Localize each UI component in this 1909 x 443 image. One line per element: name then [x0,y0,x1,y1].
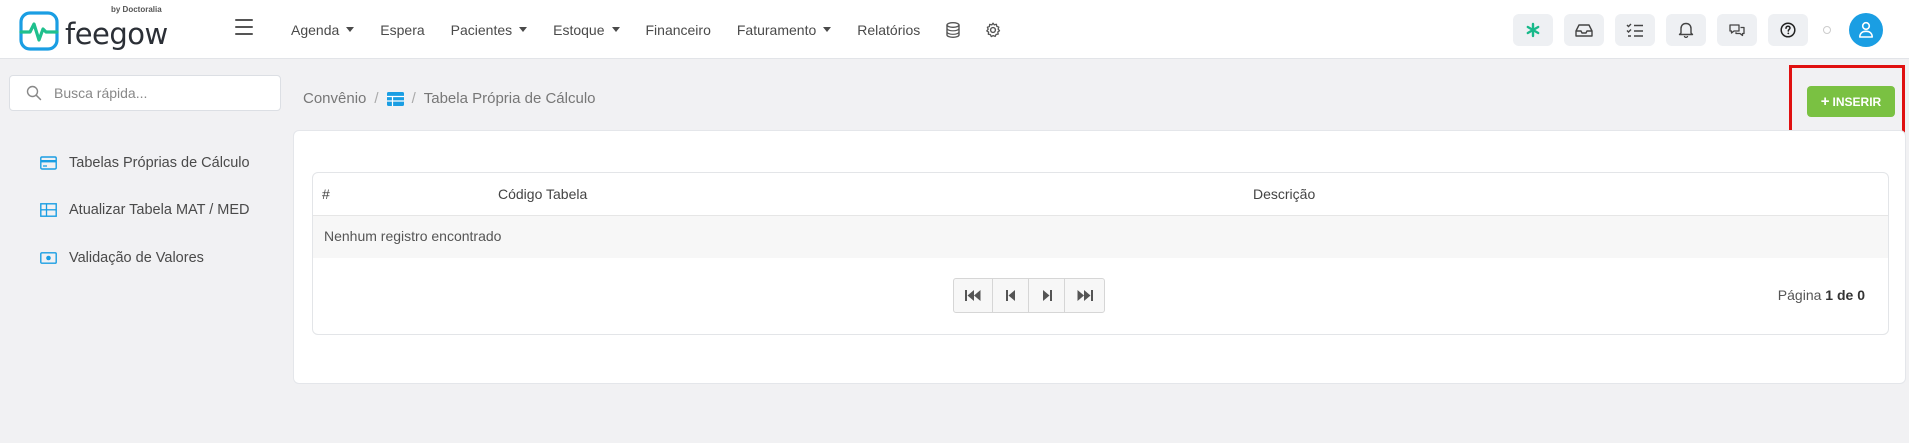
nav-label: Pacientes [450,21,513,38]
sidebar-item-label: Atualizar Tabela MAT / MED [69,202,250,218]
search-input[interactable] [54,85,254,101]
sidebar-item-atualizar-tabela[interactable]: Atualizar Tabela MAT / MED [40,202,250,218]
bell-icon[interactable] [1666,13,1706,46]
nav-label: Estoque [553,21,605,38]
page-of: de [1836,287,1854,303]
last-page-icon[interactable] [1065,279,1104,312]
logo-icon [19,11,59,51]
previous-page-icon[interactable] [993,279,1029,312]
top-navbar: feegow by Doctoralia Agenda Espera Pacie… [0,0,1909,59]
column-header-codigo[interactable]: Código Tabela [498,186,587,202]
table-header: # Código Tabela Descrição [313,173,1888,216]
nav-item-faturamento[interactable]: Faturamento [736,21,832,38]
breadcrumb-separator: / [374,90,379,107]
nav-item-agenda[interactable]: Agenda [291,21,355,38]
nav-label: Financeiro [645,21,711,38]
brand-logo[interactable]: feegow [18,10,168,52]
status-indicator-icon [1823,25,1831,34]
empty-table-message: Nenhum registro encontrado [313,216,1888,258]
nav-label: Faturamento [736,21,817,38]
caret-down-icon [519,27,528,32]
sidebar-item-label: Validação de Valores [69,250,204,266]
asterisk-icon[interactable] [1513,13,1553,46]
breadcrumb-separator: / [411,90,416,107]
first-page-icon[interactable] [954,279,993,312]
caret-down-icon [823,27,832,32]
nav-label: Espera [380,21,425,38]
nav-item-financeiro[interactable]: Financeiro [646,22,711,38]
nav-item-pacientes[interactable]: Pacientes [450,21,528,38]
inbox-icon[interactable] [1564,13,1604,46]
search-icon [26,85,42,101]
pagination-controls [953,278,1105,313]
main-nav: Agenda Espera Pacientes Estoque Financei… [278,0,1013,59]
column-header-descricao[interactable]: Descrição [1253,186,1315,202]
sidebar-item-validacao-valores[interactable]: Validação de Valores [40,250,204,266]
money-icon [40,252,57,264]
sidebar-item-tabelas-proprias[interactable]: Tabelas Próprias de Cálculo [40,155,250,171]
breadcrumb-current: Tabela Própria de Cálculo [423,90,596,107]
help-icon[interactable] [1768,13,1808,46]
content-panel: # Código Tabela Descrição Nenhum registr… [293,130,1906,384]
chat-icon[interactable] [1717,13,1757,46]
caret-down-icon [611,27,620,32]
toolbar-right [1513,0,1909,59]
database-icon[interactable] [943,20,963,40]
column-header-index[interactable]: # [322,186,330,202]
breadcrumb: Convênio / / Tabela Própria de Cálculo [303,90,596,107]
pagination-info: Página 1 de 0 [1778,287,1865,303]
nav-label: Agenda [291,21,340,38]
insert-button[interactable]: + INSERIR [1807,86,1895,117]
card-icon [40,156,57,170]
table-list-icon [386,91,404,106]
nav-item-espera[interactable]: Espera [380,22,424,38]
nav-item-relatorios[interactable]: Relatórios [857,22,920,38]
table-grid-icon [40,203,57,217]
brand-byline: by Doctoralia [111,5,162,14]
next-page-icon[interactable] [1029,279,1065,312]
brand-name: feegow [65,17,168,51]
sidebar-item-label: Tabelas Próprias de Cálculo [69,155,250,171]
menu-toggle-icon[interactable] [235,19,253,35]
caret-down-icon [346,27,355,32]
page-total: 0 [1857,287,1865,303]
nav-label: Relatórios [857,21,921,38]
nav-item-estoque[interactable]: Estoque [553,21,620,38]
user-avatar-icon[interactable] [1849,12,1883,47]
gear-icon[interactable] [983,20,1003,40]
checklist-icon[interactable] [1615,13,1655,46]
insert-button-label: INSERIR [1832,94,1882,109]
page-current: 1 [1825,287,1834,303]
plus-icon: + [1820,93,1830,110]
breadcrumb-root[interactable]: Convênio [303,90,366,107]
page-prefix: Página [1777,287,1822,303]
quick-search [9,75,281,111]
